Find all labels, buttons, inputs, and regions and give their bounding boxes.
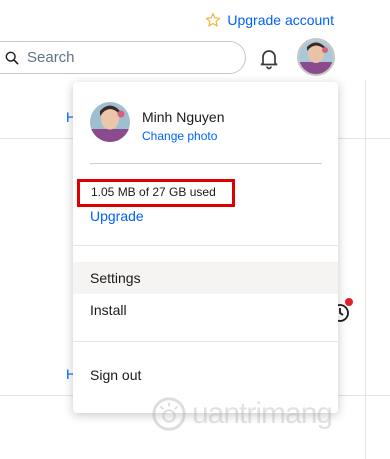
- search-icon: [5, 51, 19, 64]
- search-bar[interactable]: [0, 41, 246, 74]
- account-avatar-button[interactable]: [297, 38, 335, 76]
- search-input[interactable]: [27, 49, 207, 66]
- divider: [73, 245, 338, 246]
- menu-item-install[interactable]: Install: [73, 294, 338, 326]
- menu-item-settings[interactable]: Settings: [73, 262, 338, 294]
- notification-dot: [345, 298, 353, 306]
- bell-icon[interactable]: [257, 46, 281, 70]
- account-menu: Minh Nguyen Change photo 1.05 MB of 27 G…: [73, 82, 338, 413]
- storage-usage: 1.05 MB of 27 GB used: [91, 185, 216, 199]
- profile-avatar: [90, 102, 130, 142]
- upgrade-account-link[interactable]: Upgrade account: [205, 12, 334, 28]
- star-icon: [206, 13, 221, 27]
- divider: [73, 341, 338, 342]
- upgrade-account-label: Upgrade account: [227, 12, 334, 28]
- menu-item-sign-out[interactable]: Sign out: [73, 359, 338, 391]
- watermark-logo-icon: [152, 397, 186, 431]
- change-photo-link[interactable]: Change photo: [142, 129, 217, 143]
- upgrade-link[interactable]: Upgrade: [90, 208, 144, 224]
- watermark: uantrimang: [150, 395, 333, 433]
- user-name: Minh Nguyen: [142, 109, 225, 125]
- avatar: [299, 40, 333, 74]
- divider: [90, 163, 322, 164]
- divider: [365, 80, 366, 459]
- watermark-text: uantrimang: [192, 397, 333, 430]
